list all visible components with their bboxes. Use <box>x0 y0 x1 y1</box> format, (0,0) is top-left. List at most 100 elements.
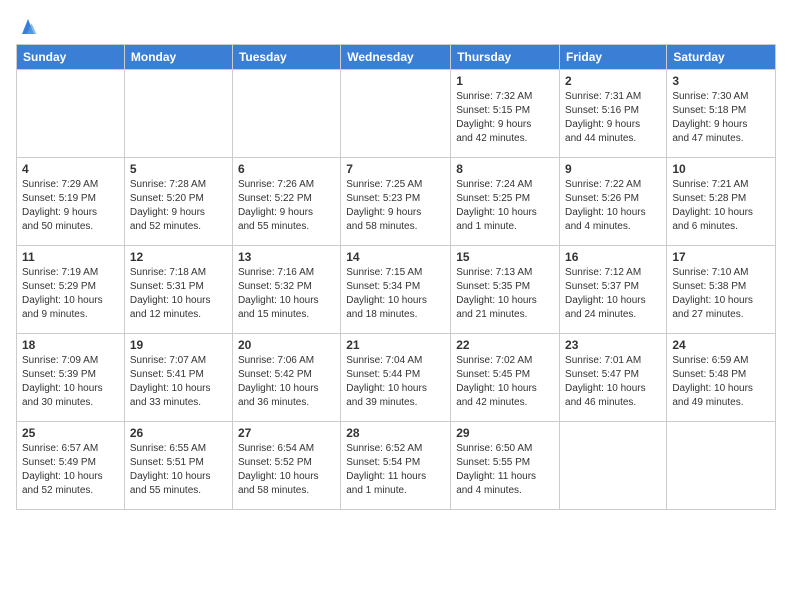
day-number: 13 <box>238 250 335 264</box>
day-info: Sunrise: 7:25 AM Sunset: 5:23 PM Dayligh… <box>346 178 445 234</box>
day-info: Sunrise: 7:04 AM Sunset: 5:44 PM Dayligh… <box>346 354 445 410</box>
day-cell: 28Sunrise: 6:52 AM Sunset: 5:54 PM Dayli… <box>341 422 451 510</box>
day-cell <box>341 70 451 158</box>
day-cell: 10Sunrise: 7:21 AM Sunset: 5:28 PM Dayli… <box>667 158 776 246</box>
day-cell: 26 Sunrise: 6:55 AM Sunset: 5:51 PM Dayli… <box>124 422 232 510</box>
day-cell: 29 Sunrise: 6:50 AM Sunset: 5:55 PM Dayli… <box>451 422 560 510</box>
day-info: Sunrise: 7:09 AM Sunset: 5:39 PM Dayligh… <box>22 354 119 410</box>
day-cell: 4 Sunrise: 7:29 AM Sunset: 5:19 PM Daylig… <box>17 158 125 246</box>
day-info: Sunrise: 7:32 AM Sunset: 5:15 PM Dayligh… <box>456 90 554 146</box>
day-number: 29 <box>456 426 554 440</box>
day-info: Sunrise: 7:22 AM Sunset: 5:26 PM Dayligh… <box>565 178 661 234</box>
day-info: Sunrise: 7:29 AM Sunset: 5:19 PM Dayligh… <box>22 178 119 234</box>
day-cell: 1 Sunrise: 7:32 AM Sunset: 5:15 PM Daylig… <box>451 70 560 158</box>
day-info: Sunrise: 7:15 AM Sunset: 5:34 PM Dayligh… <box>346 266 445 322</box>
day-cell: 17 Sunrise: 7:10 AM Sunset: 5:38 PM Dayli… <box>667 246 776 334</box>
day-cell: 14 Sunrise: 7:15 AM Sunset: 5:34 PM Dayli… <box>341 246 451 334</box>
header-row: SundayMondayTuesdayWednesdayThursdayFrid… <box>17 45 776 70</box>
day-header-sunday: Sunday <box>17 45 125 70</box>
day-info: Sunrise: 7:10 AM Sunset: 5:38 PM Dayligh… <box>672 266 770 322</box>
day-cell: 24Sunrise: 6:59 AM Sunset: 5:48 PM Dayli… <box>667 334 776 422</box>
day-header-saturday: Saturday <box>667 45 776 70</box>
day-info: Sunrise: 7:28 AM Sunset: 5:20 PM Dayligh… <box>130 178 227 234</box>
day-number: 24 <box>672 338 770 352</box>
day-cell: 19 Sunrise: 7:07 AM Sunset: 5:41 PM Dayli… <box>124 334 232 422</box>
week-row-1: 1 Sunrise: 7:32 AM Sunset: 5:15 PM Daylig… <box>17 70 776 158</box>
day-cell: 25 Sunrise: 6:57 AM Sunset: 5:49 PM Dayli… <box>17 422 125 510</box>
logo-icon <box>16 16 40 40</box>
calendar-table: SundayMondayTuesdayWednesdayThursdayFrid… <box>16 44 776 510</box>
day-info: Sunrise: 6:50 AM Sunset: 5:55 PM Dayligh… <box>456 442 554 498</box>
day-number: 25 <box>22 426 119 440</box>
day-cell: 12Sunrise: 7:18 AM Sunset: 5:31 PM Dayli… <box>124 246 232 334</box>
day-cell: 27 Sunrise: 6:54 AM Sunset: 5:52 PM Dayli… <box>232 422 340 510</box>
day-number: 27 <box>238 426 335 440</box>
day-info: Sunrise: 7:21 AM Sunset: 5:28 PM Dayligh… <box>672 178 770 234</box>
day-cell <box>232 70 340 158</box>
day-cell: 16Sunrise: 7:12 AM Sunset: 5:37 PM Dayli… <box>560 246 667 334</box>
day-number: 14 <box>346 250 445 264</box>
day-info: Sunrise: 7:01 AM Sunset: 5:47 PM Dayligh… <box>565 354 661 410</box>
day-number: 15 <box>456 250 554 264</box>
day-cell <box>667 422 776 510</box>
day-number: 6 <box>238 162 335 176</box>
day-cell: 2 Sunrise: 7:31 AM Sunset: 5:16 PM Daylig… <box>560 70 667 158</box>
day-cell: 15 Sunrise: 7:13 AM Sunset: 5:35 PM Dayli… <box>451 246 560 334</box>
day-cell <box>560 422 667 510</box>
day-number: 19 <box>130 338 227 352</box>
day-cell: 22 Sunrise: 7:02 AM Sunset: 5:45 PM Dayli… <box>451 334 560 422</box>
day-cell: 6 Sunrise: 7:26 AM Sunset: 5:22 PM Daylig… <box>232 158 340 246</box>
day-info: Sunrise: 6:55 AM Sunset: 5:51 PM Dayligh… <box>130 442 227 498</box>
day-info: Sunrise: 7:13 AM Sunset: 5:35 PM Dayligh… <box>456 266 554 322</box>
day-cell: 21 Sunrise: 7:04 AM Sunset: 5:44 PM Dayli… <box>341 334 451 422</box>
day-cell: 5 Sunrise: 7:28 AM Sunset: 5:20 PM Daylig… <box>124 158 232 246</box>
day-number: 16 <box>565 250 661 264</box>
day-number: 8 <box>456 162 554 176</box>
day-number: 20 <box>238 338 335 352</box>
day-cell: 13 Sunrise: 7:16 AM Sunset: 5:32 PM Dayli… <box>232 246 340 334</box>
day-cell <box>17 70 125 158</box>
day-info: Sunrise: 7:24 AM Sunset: 5:25 PM Dayligh… <box>456 178 554 234</box>
day-number: 9 <box>565 162 661 176</box>
week-row-2: 4 Sunrise: 7:29 AM Sunset: 5:19 PM Daylig… <box>17 158 776 246</box>
day-number: 18 <box>22 338 119 352</box>
day-info: Sunrise: 7:26 AM Sunset: 5:22 PM Dayligh… <box>238 178 335 234</box>
day-cell: 20 Sunrise: 7:06 AM Sunset: 5:42 PM Dayli… <box>232 334 340 422</box>
week-row-5: 25 Sunrise: 6:57 AM Sunset: 5:49 PM Dayli… <box>17 422 776 510</box>
day-header-wednesday: Wednesday <box>341 45 451 70</box>
day-info: Sunrise: 7:31 AM Sunset: 5:16 PM Dayligh… <box>565 90 661 146</box>
day-number: 26 <box>130 426 227 440</box>
day-number: 4 <box>22 162 119 176</box>
day-cell: 9 Sunrise: 7:22 AM Sunset: 5:26 PM Daylig… <box>560 158 667 246</box>
day-number: 5 <box>130 162 227 176</box>
day-info: Sunrise: 7:19 AM Sunset: 5:29 PM Dayligh… <box>22 266 119 322</box>
day-header-tuesday: Tuesday <box>232 45 340 70</box>
day-number: 7 <box>346 162 445 176</box>
day-number: 23 <box>565 338 661 352</box>
day-number: 11 <box>22 250 119 264</box>
day-number: 1 <box>456 74 554 88</box>
day-header-monday: Monday <box>124 45 232 70</box>
day-number: 28 <box>346 426 445 440</box>
day-info: Sunrise: 7:06 AM Sunset: 5:42 PM Dayligh… <box>238 354 335 410</box>
logo <box>16 16 44 40</box>
week-row-3: 11 Sunrise: 7:19 AM Sunset: 5:29 PM Dayli… <box>17 246 776 334</box>
day-info: Sunrise: 7:16 AM Sunset: 5:32 PM Dayligh… <box>238 266 335 322</box>
week-row-4: 18 Sunrise: 7:09 AM Sunset: 5:39 PM Dayli… <box>17 334 776 422</box>
day-number: 22 <box>456 338 554 352</box>
day-cell: 23 Sunrise: 7:01 AM Sunset: 5:47 PM Dayli… <box>560 334 667 422</box>
day-cell: 11 Sunrise: 7:19 AM Sunset: 5:29 PM Dayli… <box>17 246 125 334</box>
page-header <box>16 16 776 40</box>
day-number: 12 <box>130 250 227 264</box>
day-info: Sunrise: 7:02 AM Sunset: 5:45 PM Dayligh… <box>456 354 554 410</box>
day-number: 21 <box>346 338 445 352</box>
day-info: Sunrise: 6:57 AM Sunset: 5:49 PM Dayligh… <box>22 442 119 498</box>
day-cell: 7 Sunrise: 7:25 AM Sunset: 5:23 PM Daylig… <box>341 158 451 246</box>
day-number: 2 <box>565 74 661 88</box>
day-info: Sunrise: 7:07 AM Sunset: 5:41 PM Dayligh… <box>130 354 227 410</box>
day-number: 3 <box>672 74 770 88</box>
day-number: 17 <box>672 250 770 264</box>
day-info: Sunrise: 6:54 AM Sunset: 5:52 PM Dayligh… <box>238 442 335 498</box>
day-header-friday: Friday <box>560 45 667 70</box>
day-cell: 18 Sunrise: 7:09 AM Sunset: 5:39 PM Dayli… <box>17 334 125 422</box>
